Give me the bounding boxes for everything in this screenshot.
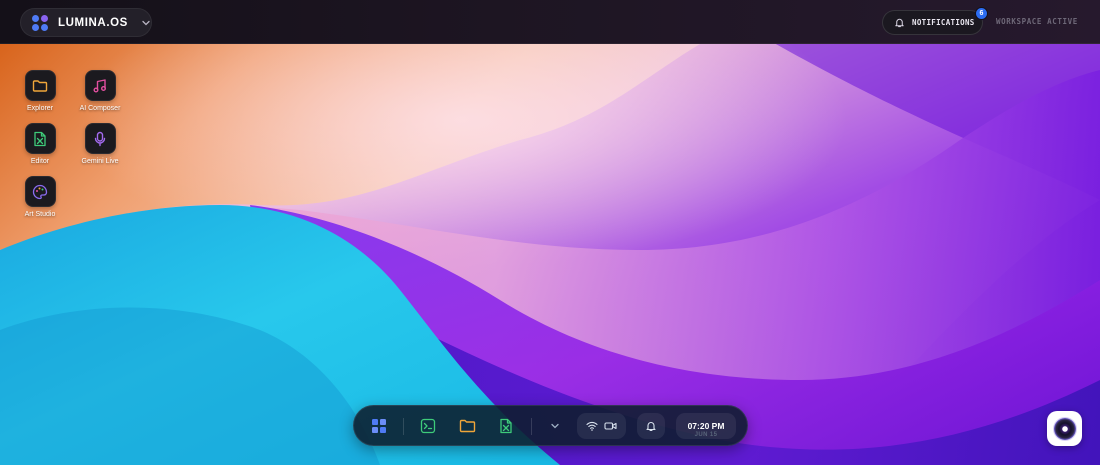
chevron-down-icon [551,423,559,429]
spreadsheet-icon [500,418,512,434]
desktop-icon-art-studio[interactable]: Art Studio [10,176,70,218]
bell-icon [646,422,656,432]
terminal-icon [420,418,436,434]
notifications-label: NOTIFICATIONS [912,18,975,27]
apps-grid-icon [372,419,386,433]
desktop-wallpaper [0,0,1100,465]
clock-date: JUN 15 [694,432,718,438]
dock-clock[interactable]: 07:20 PM JUN 15 [676,413,736,439]
os-menu-button[interactable]: LUMINA.OS [20,8,152,37]
desktop-icon-label: AI Composer [79,105,121,112]
chevron-down-icon [141,18,151,28]
desktop-icon-ai-composer[interactable]: AI Composer [70,70,130,112]
notifications-button[interactable]: NOTIFICATIONS [882,10,983,35]
dock-separator [403,418,404,435]
clock-time: 07:20 PM [687,421,725,431]
os-brand-name: LUMINA.OS [58,16,128,29]
desktop-icon-gemini-live[interactable]: Gemini Live [70,123,130,165]
video-camera-icon [604,422,617,430]
desktop-icon-label: Gemini Live [81,158,119,165]
workspace-status: WORKSPACE ACTIVE [996,17,1078,26]
dock-notifications-button[interactable] [637,413,665,439]
desktop-icon-label: Explorer [26,105,54,112]
folder-icon [24,70,56,101]
desktop-icon-label: Art Studio [24,211,56,218]
spreadsheet-icon [24,123,56,154]
desktop-icon-label: Editor [30,158,50,165]
dock-terminal-button[interactable] [416,415,440,437]
assistant-orb-icon [1053,417,1076,440]
taskbar-dock: 07:20 PM JUN 15 [353,405,748,446]
dock-launcher-button[interactable] [366,415,392,437]
dock-explorer-button[interactable] [455,415,479,437]
desktop-icon-explorer[interactable]: Explorer [10,70,70,112]
music-note-icon [84,70,116,101]
microphone-icon [84,123,116,154]
bell-icon [894,17,905,28]
dock-expand-button[interactable] [545,416,565,436]
apps-grid-icon [32,14,48,31]
desktop-icon-editor[interactable]: Editor [10,123,70,165]
dock-separator [531,418,532,435]
notification-count-badge: 6 [975,7,988,20]
top-bar: LUMINA.OS NOTIFICATIONS 6 WORKSPACE ACTI… [0,0,1100,44]
system-status-group[interactable] [577,413,626,439]
dock-editor-button[interactable] [494,415,518,437]
assistant-button[interactable] [1047,411,1082,446]
wifi-icon [586,421,598,431]
folder-icon [459,419,475,433]
palette-icon [24,176,56,207]
